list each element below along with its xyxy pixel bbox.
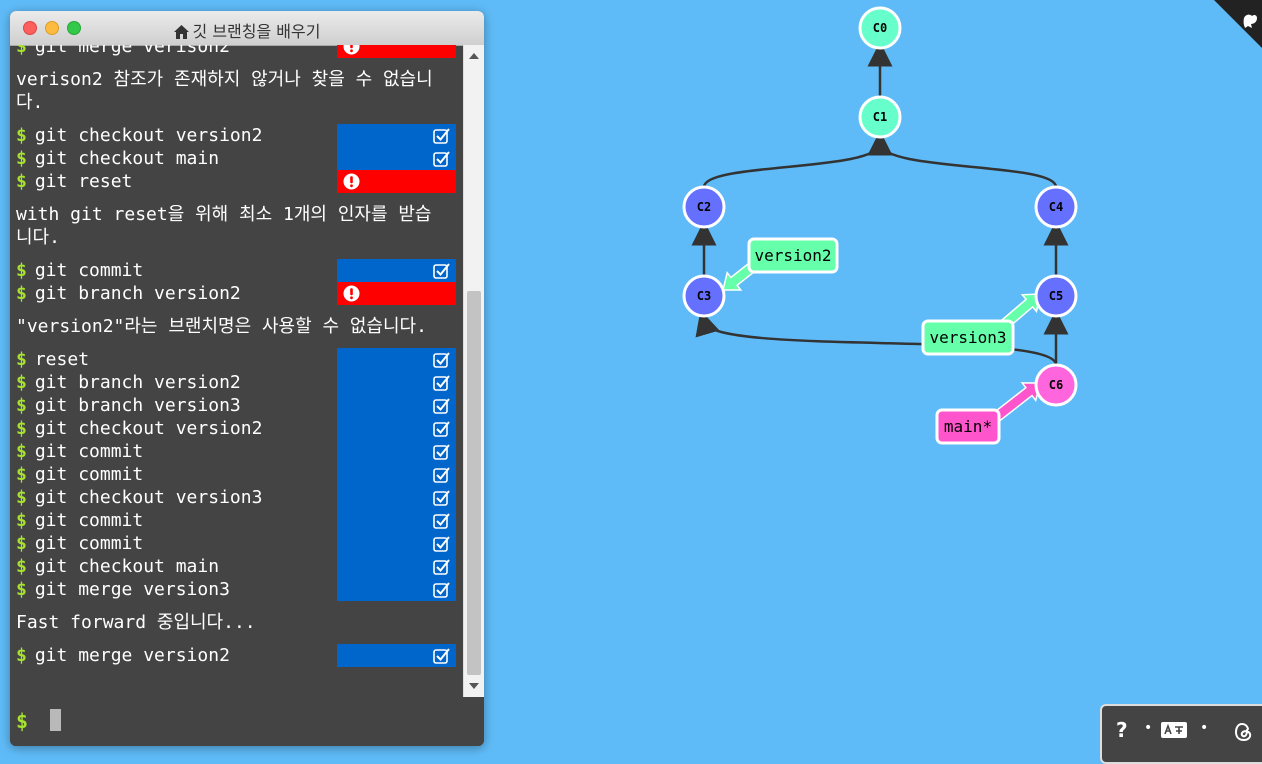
commit-node: C3: [682, 274, 726, 318]
github-corner-icon[interactable]: [1214, 0, 1262, 48]
branch-name: version3: [929, 328, 1006, 347]
commit-id: C1: [873, 110, 887, 124]
commit-id: C5: [1049, 289, 1063, 303]
commit-node: C4: [1034, 185, 1078, 229]
language-icon[interactable]: [1161, 722, 1187, 738]
commit-id: C0: [873, 21, 887, 35]
branch-label[interactable]: main*: [935, 408, 1001, 445]
threads-icon[interactable]: [1235, 722, 1253, 742]
commit-node: C5: [1034, 274, 1078, 318]
commit-node: C2: [682, 185, 726, 229]
branch-label[interactable]: version2: [747, 237, 839, 274]
commit-id: C4: [1049, 200, 1063, 214]
commit-edge: [702, 130, 893, 188]
bottom-toolbar: ? • •: [1100, 704, 1262, 764]
commit-node: C6: [1034, 363, 1078, 407]
commit-node: C0: [858, 6, 902, 50]
separator-dot: •: [1200, 720, 1209, 736]
commit-id: C6: [1049, 378, 1063, 392]
commit-edge: [867, 130, 1058, 188]
commit-graph: C0 C1 C2 C3 C4 C5 C6 version2 version3 main*: [682, 6, 1078, 445]
branch-name: main*: [944, 417, 992, 436]
separator-dot: •: [1144, 720, 1153, 736]
commit-id: C2: [697, 200, 711, 214]
branch-name: version2: [754, 246, 831, 265]
branch-label[interactable]: version3: [921, 319, 1015, 356]
commit-node: C1: [858, 95, 902, 139]
commit-id: C3: [697, 289, 711, 303]
help-icon[interactable]: ?: [1116, 718, 1128, 742]
